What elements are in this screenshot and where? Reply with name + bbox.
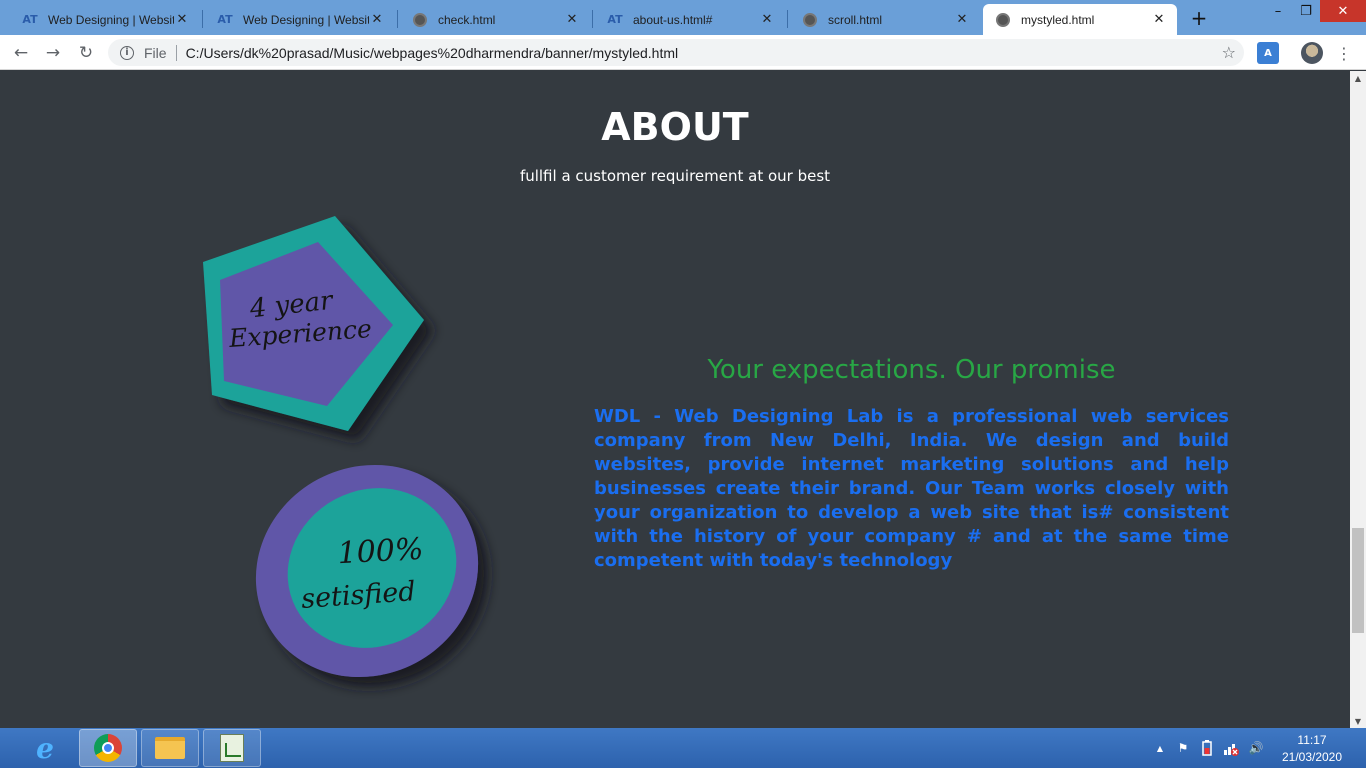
- globe-icon: [802, 12, 818, 28]
- close-tab-icon[interactable]: ✕: [174, 12, 190, 28]
- close-tab-icon[interactable]: ✕: [954, 12, 970, 28]
- chrome-taskbar-button[interactable]: [79, 729, 137, 767]
- promise-paragraph: WDL - Web Designing Lab is a professiona…: [594, 406, 1229, 571]
- file-explorer-taskbar-button[interactable]: [141, 729, 199, 767]
- system-clock[interactable]: 11:17 21/03/2020: [1276, 732, 1348, 766]
- clock-time: 11:17: [1297, 733, 1327, 747]
- network-error-icon[interactable]: [1223, 740, 1239, 756]
- tab-mystyled-active[interactable]: mystyled.html ✕: [983, 4, 1177, 35]
- back-button[interactable]: ←: [8, 40, 34, 66]
- maximize-button[interactable]: ❐: [1292, 0, 1320, 22]
- internet-explorer-icon: e: [36, 731, 54, 765]
- bookmark-star-icon[interactable]: ☆: [1222, 43, 1236, 62]
- minimize-button[interactable]: –: [1264, 0, 1292, 22]
- notepad-icon: [220, 734, 244, 762]
- scroll-up-icon[interactable]: ▲: [1350, 71, 1366, 85]
- scheme-label: File: [144, 44, 167, 61]
- tab-divider: [592, 10, 593, 28]
- windows-taskbar: e ▲ ⚑ 🔊 11:17 21/03/2020: [0, 728, 1366, 768]
- new-tab-button[interactable]: +: [1186, 6, 1212, 30]
- tab-about-us[interactable]: AT about-us.html# ✕: [595, 4, 785, 35]
- tab-scroll[interactable]: scroll.html ✕: [790, 4, 980, 35]
- tab-divider: [397, 10, 398, 28]
- file-explorer-icon: [155, 737, 185, 759]
- tab-divider: [202, 10, 203, 28]
- globe-icon: [995, 12, 1011, 28]
- tab-title: Web Designing | Website: [243, 12, 369, 27]
- site-logo-icon: AT: [22, 13, 38, 26]
- close-tab-icon[interactable]: ✕: [564, 12, 580, 28]
- close-tab-icon[interactable]: ✕: [759, 12, 775, 28]
- site-logo-icon: AT: [217, 13, 233, 26]
- extension-icon[interactable]: A: [1257, 42, 1279, 64]
- address-bar[interactable]: i File C:/Users/dk%20prasad/Music/webpag…: [108, 39, 1244, 66]
- badge2-line1: 100%: [337, 532, 424, 571]
- tab-title: mystyled.html: [1021, 12, 1095, 27]
- notepad-taskbar-button[interactable]: [203, 729, 261, 767]
- internet-explorer-button[interactable]: e: [16, 729, 74, 767]
- site-logo-icon: AT: [607, 13, 623, 26]
- omnibox-divider: [175, 44, 177, 61]
- browser-toolbar: ← → ↻ i File C:/Users/dk%20prasad/Music/…: [0, 35, 1366, 70]
- scroll-thumb[interactable]: [1352, 528, 1364, 633]
- tab-title: Web Designing | Website: [48, 12, 174, 27]
- satisfied-badge: [255, 464, 479, 678]
- action-center-flag-icon[interactable]: ⚑: [1175, 740, 1191, 756]
- show-hidden-icons[interactable]: ▲: [1152, 740, 1168, 756]
- tab-check[interactable]: check.html ✕: [400, 4, 590, 35]
- close-window-button[interactable]: ✕: [1320, 0, 1366, 22]
- scroll-down-icon[interactable]: ▼: [1350, 714, 1366, 728]
- globe-icon: [412, 12, 428, 28]
- forward-button[interactable]: →: [40, 40, 66, 66]
- profile-avatar[interactable]: [1301, 42, 1323, 64]
- chrome-icon: [94, 734, 122, 762]
- tab-strip: AT Web Designing | Website ✕ AT Web Desi…: [0, 0, 1366, 35]
- url-text[interactable]: C:/Users/dk%20prasad/Music/webpages%20dh…: [186, 45, 679, 61]
- tab-web-designing-2[interactable]: AT Web Designing | Website ✕: [205, 4, 395, 35]
- tab-divider: [787, 10, 788, 28]
- volume-icon[interactable]: 🔊: [1248, 740, 1264, 756]
- tab-title: check.html: [438, 12, 496, 27]
- badges-graphic: 4 year Experience 100% setisfied: [203, 216, 479, 678]
- page-content: ABOUT fullfil a customer requirement at …: [0, 71, 1350, 728]
- tab-web-designing-1[interactable]: AT Web Designing | Website ✕: [10, 4, 200, 35]
- reload-button[interactable]: ↻: [73, 40, 99, 66]
- tab-title: about-us.html#: [633, 12, 713, 27]
- close-tab-icon[interactable]: ✕: [369, 12, 385, 28]
- power-icon[interactable]: [1199, 740, 1215, 756]
- clock-date: 21/03/2020: [1281, 750, 1343, 764]
- tab-title: scroll.html: [828, 12, 883, 27]
- close-tab-icon[interactable]: ✕: [1151, 12, 1167, 28]
- info-icon[interactable]: i: [120, 45, 134, 60]
- menu-kebab-icon[interactable]: ⋮: [1336, 42, 1352, 64]
- promise-heading: Your expectations. Our promise: [707, 355, 1116, 385]
- page-scrollbar[interactable]: ▲ ▼: [1350, 71, 1366, 728]
